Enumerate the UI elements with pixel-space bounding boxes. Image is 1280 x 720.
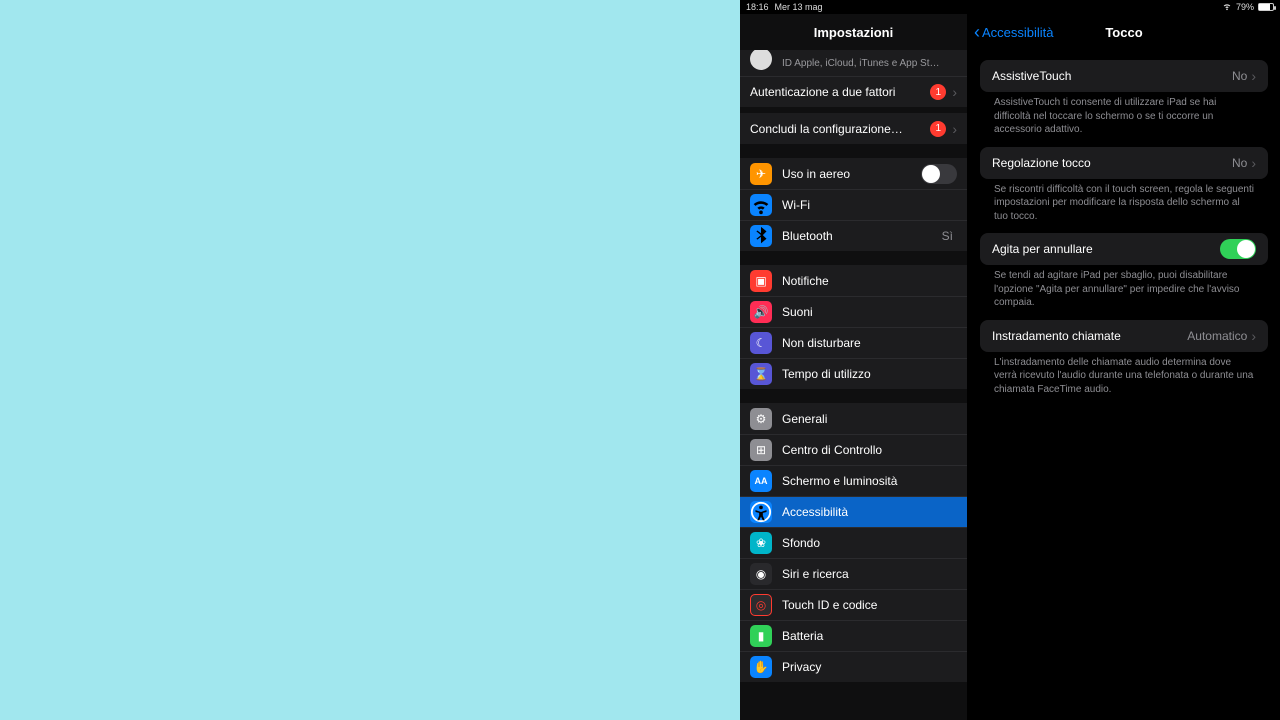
sidebar-item-finish-setup[interactable]: Concludi la configurazione… 1 ›: [740, 113, 967, 144]
note-assistive-touch: AssistiveTouch ti consente di utilizzare…: [980, 92, 1268, 137]
sidebar-item-battery[interactable]: ▮ Batteria: [740, 620, 967, 651]
detail-pane: ‹ Accessibilità Tocco AssistiveTouch No …: [968, 14, 1280, 720]
chevron-right-icon: ›: [1251, 68, 1256, 84]
badge: 1: [930, 84, 946, 100]
appleid-subtitle: ID Apple, iCloud, iTunes e App St…: [782, 58, 940, 69]
sidebar-item-notifications[interactable]: ▣ Notifiche: [740, 265, 967, 296]
badge: 1: [930, 121, 946, 137]
wifi-icon: [1222, 1, 1232, 13]
sidebar-item-bluetooth[interactable]: Bluetooth Sì: [740, 220, 967, 251]
sidebar-item-siri[interactable]: ◉ Siri e ricerca: [740, 558, 967, 589]
status-date: Mer 13 mag: [775, 2, 823, 12]
wifi-icon: [750, 194, 772, 216]
chevron-right-icon: ›: [952, 121, 957, 137]
sidebar-item-wallpaper[interactable]: ❀ Sfondo: [740, 527, 967, 558]
hourglass-icon: ⌛: [750, 363, 772, 385]
bluetooth-icon: [750, 225, 772, 247]
sidebar-item-screentime[interactable]: ⌛ Tempo di utilizzo: [740, 358, 967, 389]
note-touch-accommodations: Se riscontri difficoltà con il touch scr…: [980, 179, 1268, 224]
note-shake-to-undo: Se tendi ad agitare iPad per sbaglio, pu…: [980, 265, 1268, 310]
sidebar-item-two-factor[interactable]: Autenticazione a due fattori 1 ›: [740, 76, 967, 107]
gear-icon: ⚙: [750, 408, 772, 430]
sidebar-item-appleid[interactable]: ID Apple, iCloud, iTunes e App St…: [740, 50, 967, 76]
sidebar-item-wifi[interactable]: Wi-Fi: [740, 189, 967, 220]
ipad-settings-window: 18:16 Mer 13 mag 79% Impostazioni ID App…: [740, 0, 1280, 720]
notifications-icon: ▣: [750, 270, 772, 292]
chevron-left-icon: ‹: [974, 23, 980, 41]
fingerprint-icon: ◎: [750, 594, 772, 616]
row-shake-to-undo[interactable]: Agita per annullare: [980, 233, 1268, 265]
sidebar-item-display[interactable]: AA Schermo e luminosità: [740, 465, 967, 496]
moon-icon: ☾: [750, 332, 772, 354]
shake-to-undo-toggle[interactable]: [1220, 239, 1256, 259]
sidebar-item-general[interactable]: ⚙ Generali: [740, 403, 967, 434]
battery-pct: 79%: [1236, 2, 1254, 12]
detail-header: ‹ Accessibilità Tocco: [968, 14, 1280, 50]
accessibility-icon: [750, 501, 772, 523]
sidebar-item-sounds[interactable]: 🔊 Suoni: [740, 296, 967, 327]
sidebar-item-airplane[interactable]: ✈ Uso in aereo: [740, 158, 967, 189]
sidebar-item-accessibility[interactable]: Accessibilità: [740, 496, 967, 527]
back-label: Accessibilità: [982, 25, 1054, 40]
back-button[interactable]: ‹ Accessibilità: [974, 14, 1054, 50]
status-time: 18:16: [746, 2, 769, 12]
chevron-right-icon: ›: [1251, 328, 1256, 344]
siri-icon: ◉: [750, 563, 772, 585]
control-center-icon: ⊞: [750, 439, 772, 461]
settings-sidebar: Impostazioni ID Apple, iCloud, iTunes e …: [740, 14, 968, 720]
detail-title: Tocco: [1105, 25, 1142, 40]
sidebar-item-privacy[interactable]: ✋ Privacy: [740, 651, 967, 682]
row-touch-accommodations[interactable]: Regolazione tocco No ›: [980, 147, 1268, 179]
row-call-routing[interactable]: Instradamento chiamate Automatico ›: [980, 320, 1268, 352]
row-assistive-touch[interactable]: AssistiveTouch No ›: [980, 60, 1268, 92]
display-icon: AA: [750, 470, 772, 492]
sidebar-item-control-center[interactable]: ⊞ Centro di Controllo: [740, 434, 967, 465]
hand-icon: ✋: [750, 656, 772, 678]
battery-icon: [1258, 3, 1274, 11]
status-bar: 18:16 Mer 13 mag 79%: [740, 0, 1280, 14]
sidebar-title: Impostazioni: [740, 14, 967, 50]
sounds-icon: 🔊: [750, 301, 772, 323]
wallpaper-icon: ❀: [750, 532, 772, 554]
chevron-right-icon: ›: [1251, 155, 1256, 171]
chevron-right-icon: ›: [952, 84, 957, 100]
sidebar-item-dnd[interactable]: ☾ Non disturbare: [740, 327, 967, 358]
airplane-icon: ✈: [750, 163, 772, 185]
battery-icon: ▮: [750, 625, 772, 647]
note-call-routing: L'instradamento delle chiamate audio det…: [980, 352, 1268, 397]
airplane-toggle[interactable]: [921, 164, 957, 184]
sidebar-item-touchid[interactable]: ◎ Touch ID e codice: [740, 589, 967, 620]
avatar: [750, 50, 772, 70]
